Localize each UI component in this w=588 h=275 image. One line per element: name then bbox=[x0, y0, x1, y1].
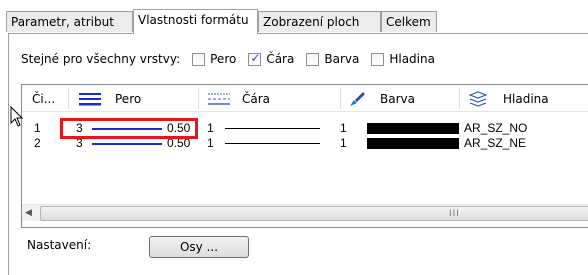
layer-name: AR_SZ_NE bbox=[464, 136, 527, 150]
tab-parametr-atribut[interactable]: Parametr, atribut bbox=[6, 11, 133, 32]
line-styles-icon bbox=[208, 92, 230, 106]
mouse-cursor-icon bbox=[10, 106, 24, 127]
column-header-hladina-label: Hladina bbox=[503, 91, 549, 106]
list-header: Či... Pero Čára Barva Hladina bbox=[22, 85, 588, 112]
column-header-barva[interactable]: Barva bbox=[348, 85, 458, 112]
column-header-cislo[interactable]: Či... bbox=[32, 85, 68, 112]
scrollbar-grip: III bbox=[449, 209, 460, 219]
checkbox-barva-box[interactable] bbox=[306, 52, 320, 66]
horizontal-scrollbar[interactable]: ◀ III bbox=[22, 204, 588, 221]
checkbox-pero-label: Pero bbox=[210, 52, 237, 66]
color-swatch bbox=[367, 123, 459, 134]
line-sample bbox=[225, 143, 320, 144]
layer-name: AR_SZ_NO bbox=[464, 121, 528, 135]
pen-line-sample bbox=[92, 143, 162, 145]
column-header-pero-label: Pero bbox=[115, 91, 142, 106]
column-header-pero[interactable]: Pero bbox=[79, 85, 199, 112]
paint-brush-icon bbox=[348, 91, 366, 107]
line-number: 1 bbox=[207, 121, 214, 135]
color-swatch bbox=[367, 138, 459, 149]
column-header-hladina[interactable]: Hladina bbox=[468, 85, 588, 112]
tab-vlastnosti-formatu[interactable]: Vlastnosti formátu bbox=[133, 9, 258, 34]
column-separator[interactable] bbox=[340, 88, 341, 109]
layers-icon bbox=[468, 90, 488, 107]
column-separator[interactable] bbox=[68, 88, 69, 109]
checkbox-cara-box[interactable] bbox=[248, 51, 262, 66]
checkbox-hladina[interactable]: Hladina bbox=[371, 52, 435, 66]
same-for-all-row: Stejné pro všechny vrstvy: Pero Čára Bar… bbox=[21, 51, 435, 67]
column-separator[interactable] bbox=[198, 88, 199, 109]
row-number: 1 bbox=[34, 121, 41, 135]
tab-zobrazeni-ploch[interactable]: Zobrazení ploch bbox=[258, 11, 381, 32]
color-number: 1 bbox=[340, 121, 347, 135]
axes-button-label: Osy ... bbox=[179, 240, 219, 254]
checkbox-barva-label: Barva bbox=[324, 52, 360, 66]
column-separator[interactable] bbox=[459, 88, 460, 109]
column-header-cara[interactable]: Čára bbox=[208, 85, 338, 112]
same-for-all-label: Stejné pro všechny vrstvy: bbox=[21, 52, 181, 66]
tab-celkem[interactable]: Celkem bbox=[381, 11, 437, 32]
checkbox-pero[interactable]: Pero bbox=[192, 52, 236, 66]
checkbox-hladina-label: Hladina bbox=[389, 52, 435, 66]
checkbox-hladina-box[interactable] bbox=[371, 52, 385, 66]
color-number: 1 bbox=[340, 136, 347, 150]
checkbox-barva[interactable]: Barva bbox=[306, 52, 359, 66]
settings-label: Nastavení: bbox=[27, 238, 92, 252]
row-number: 2 bbox=[34, 136, 41, 150]
axes-button[interactable]: Osy ... bbox=[149, 236, 249, 258]
scrollbar-thumb[interactable]: III bbox=[40, 206, 588, 221]
checkbox-cara-label: Čára bbox=[266, 52, 295, 66]
highlight-box bbox=[60, 118, 198, 139]
pen-lines-icon bbox=[79, 92, 101, 106]
column-header-cislo-label: Či... bbox=[32, 91, 56, 106]
column-header-cara-label: Čára bbox=[242, 91, 271, 106]
checkbox-pero-box[interactable] bbox=[192, 52, 206, 66]
column-header-barva-label: Barva bbox=[380, 91, 415, 106]
scroll-left-arrow-icon[interactable]: ◀ bbox=[25, 208, 32, 218]
checkbox-cara[interactable]: Čára bbox=[248, 51, 295, 66]
line-number: 1 bbox=[207, 136, 214, 150]
line-sample bbox=[225, 128, 320, 129]
